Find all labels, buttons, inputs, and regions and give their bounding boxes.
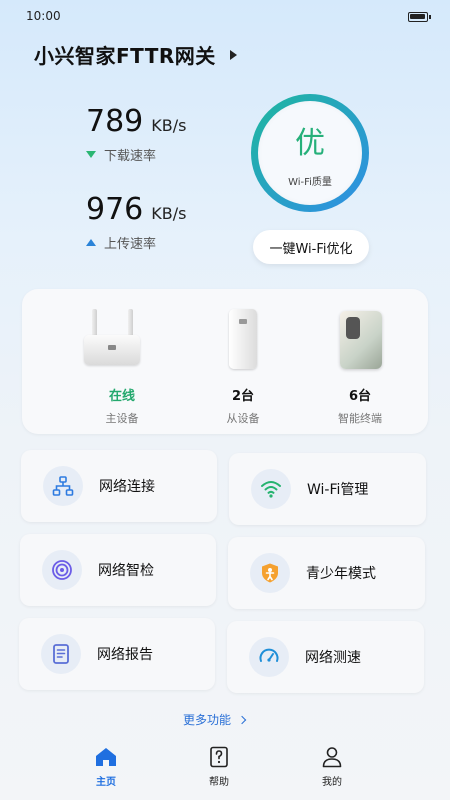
phone-image [300, 303, 420, 371]
device-title: 小兴智家FTTR网关 [34, 44, 216, 68]
wifi-management-label: Wi-Fi管理 [307, 482, 369, 498]
chevron-right-icon [229, 49, 237, 60]
network-check-label: 网络智检 [98, 563, 154, 579]
more-features-link[interactable]: 更多功能 [183, 711, 247, 728]
router-image [62, 303, 182, 371]
teen-mode-label: 青少年模式 [306, 566, 376, 582]
network-check-card[interactable]: 网络智检 [20, 534, 216, 606]
network-report-label: 网络报告 [97, 647, 153, 663]
main-device-status: 在线 [108, 389, 135, 404]
battery-icon [408, 12, 431, 22]
main-device-label: 主设备 [105, 412, 139, 425]
smart-terminals-label: 智能终端 [338, 412, 382, 425]
sub-devices-count: 2台 [231, 389, 255, 404]
network-topology-icon [43, 466, 83, 506]
network-connection-card[interactable]: 网络连接 [21, 450, 217, 522]
network-report-card[interactable]: 网络报告 [19, 618, 215, 690]
wifi-optimize-button[interactable]: 一键Wi-Fi优化 [253, 230, 369, 264]
download-speed-value: 789 [86, 104, 144, 139]
device-title-button[interactable]: 小兴智家FTTR网关 [34, 40, 237, 69]
tab-profile[interactable]: 我的 [302, 746, 362, 788]
upload-speed-unit: KB/s [151, 204, 187, 223]
wifi-quality-grade: 优 [295, 126, 325, 161]
tab-profile-label: 我的 [322, 777, 342, 788]
more-features-label: 更多功能 [183, 713, 232, 727]
tab-help[interactable]: 帮助 [189, 746, 249, 788]
wifi-quality-label: Wi-Fi质量 [288, 177, 332, 188]
upload-speed-label: 上传速率 [104, 237, 157, 252]
sub-devices[interactable]: 2台 从设备 [183, 289, 303, 434]
download-speed-label: 下载速率 [104, 149, 157, 164]
speed-test-label: 网络测速 [305, 650, 361, 666]
status-bar: 10:00 [0, 0, 450, 28]
download-speed-unit: KB/s [151, 116, 187, 135]
devices-card: 在线 主设备 2台 从设备 6台 智能终端 [22, 289, 428, 434]
report-icon [41, 634, 81, 674]
child-shield-icon [250, 553, 290, 593]
wifi-icon [251, 469, 291, 509]
upload-speed: 976 KB/s 上传速率 [86, 192, 186, 252]
main-device[interactable]: 在线 主设备 [62, 289, 182, 434]
bottom-tab-bar: 主页 帮助 我的 [0, 738, 450, 800]
speed-test-card[interactable]: 网络测速 [227, 621, 424, 693]
sub-devices-label: 从设备 [226, 412, 260, 425]
network-check-icon [42, 550, 82, 590]
profile-icon [322, 747, 342, 768]
upload-speed-value: 976 [86, 192, 144, 227]
arrow-down-icon [86, 151, 96, 158]
smart-terminals-count: 6台 [348, 389, 372, 404]
help-icon [210, 746, 228, 768]
tab-help-label: 帮助 [209, 777, 229, 788]
wifi-management-card[interactable]: Wi-Fi管理 [229, 453, 426, 525]
speedometer-icon [249, 637, 289, 677]
smart-terminals[interactable]: 6台 智能终端 [300, 289, 420, 434]
tab-home[interactable]: 主页 [76, 746, 136, 788]
arrow-up-icon [86, 239, 96, 246]
chevron-right-icon [237, 715, 247, 724]
satellite-image [183, 303, 303, 371]
home-icon [96, 748, 116, 766]
teen-mode-card[interactable]: 青少年模式 [228, 537, 425, 609]
status-time: 10:00 [26, 9, 61, 23]
tab-home-label: 主页 [96, 777, 116, 788]
download-speed: 789 KB/s 下载速率 [86, 104, 186, 164]
network-connection-label: 网络连接 [99, 479, 155, 495]
